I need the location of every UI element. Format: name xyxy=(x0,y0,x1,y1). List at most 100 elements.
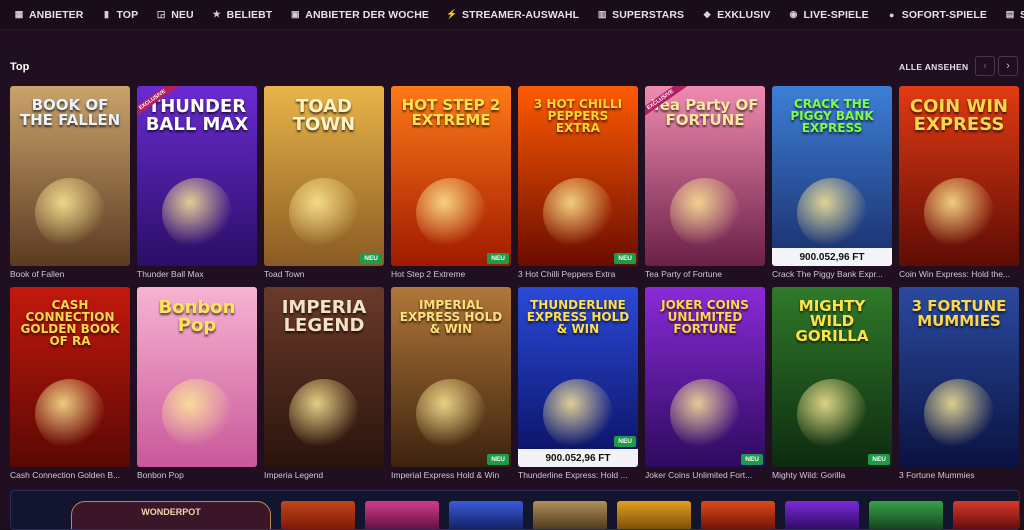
game-artwork xyxy=(289,178,359,248)
game-card[interactable]: 3 FORTUNE MUMMIES 3 Fortune Mummies xyxy=(899,287,1019,480)
game-thumbnail[interactable]: THUNDER BALL MAX EXCLUSIVE xyxy=(137,86,257,266)
next-arrow-button[interactable]: › xyxy=(998,56,1018,76)
game-title[interactable]: 3 Hot Chilli Peppers Extra xyxy=(518,269,638,279)
game-title[interactable]: Thunderline Express: Hold ... xyxy=(518,470,638,480)
nav-item-streamer-auswahl[interactable]: ⚡ STREAMER-AUSWAHL xyxy=(446,9,579,21)
game-card[interactable]: MIGHTY WILD GORILLA NEU Mighty Wild: Goril… xyxy=(772,287,892,480)
nav-item-anbieter[interactable]: ▦ ANBIETER xyxy=(14,8,84,21)
game-card[interactable]: Bonbon Pop Bonbon Pop xyxy=(137,287,257,480)
game-title[interactable]: Crack The Piggy Bank Expr... xyxy=(772,269,892,279)
game-card[interactable]: CASH CONNECTION GOLDEN BOOK OF RA Cash Co… xyxy=(10,287,130,480)
game-thumbnail[interactable]: 3 FORTUNE MUMMIES xyxy=(899,287,1019,467)
game-title[interactable]: Toad Town xyxy=(264,269,384,279)
game-artwork xyxy=(543,178,613,248)
nav-item-exklusiv[interactable]: ◆ EXKLUSIV xyxy=(702,8,771,21)
game-title[interactable]: Tea Party of Fortune xyxy=(645,269,765,279)
game-thumbnail[interactable]: COIN WIN EXPRESS xyxy=(899,86,1019,266)
mini-game-tile[interactable] xyxy=(281,501,355,529)
game-card[interactable]: JOKER COINS UNLIMITED FORTUNE NEU Joker Co… xyxy=(645,287,765,480)
game-artwork xyxy=(670,178,740,248)
game-thumbnail[interactable]: JOKER COINS UNLIMITED FORTUNE NEU xyxy=(645,287,765,467)
game-card[interactable]: IMPERIAL EXPRESS HOLD & WIN NEU Imperial E… xyxy=(391,287,511,480)
game-card[interactable]: CRACK THE PIGGY BANK EXPRESS 900.052,96 F… xyxy=(772,86,892,279)
game-title[interactable]: Thunder Ball Max xyxy=(137,269,257,279)
game-thumbnail[interactable]: TOAD TOWN NEU xyxy=(264,86,384,266)
nav-item-superstars[interactable]: ▥ SUPERSTARS xyxy=(597,9,684,21)
game-thumbnail[interactable]: HOT STEP 2 EXTREME NEU xyxy=(391,86,511,266)
chevron-right-icon: › xyxy=(1006,60,1010,72)
game-artwork xyxy=(162,178,232,248)
game-title[interactable]: Imperial Express Hold & Win xyxy=(391,470,511,480)
live-icon: ◉ xyxy=(789,9,798,19)
game-thumbnail[interactable]: THUNDERLINE EXPRESS HOLD & WIN 900.052,96… xyxy=(518,287,638,467)
game-title[interactable]: Imperia Legend xyxy=(264,470,384,480)
game-thumbnail[interactable]: MIGHTY WILD GORILLA NEU xyxy=(772,287,892,467)
game-artwork xyxy=(416,178,486,248)
nav-item-label: BELIEBT xyxy=(226,8,273,21)
game-artwork xyxy=(35,379,105,449)
game-thumbnail[interactable]: BOOK OF THE FALLEN xyxy=(10,86,130,266)
game-title[interactable]: Cash Connection Golden B... xyxy=(10,470,130,480)
mini-game-tile[interactable] xyxy=(449,501,523,529)
game-card[interactable]: COIN WIN EXPRESS Coin Win Express: Hold t… xyxy=(899,86,1019,279)
top-navigation: ▦ ANBIETER ▮ TOP ◲ NEU ★ BELIEBT ▣ ANBIETER DER W… xyxy=(0,0,1024,30)
new-badge: NEU xyxy=(741,454,763,465)
nav-item-beliebt[interactable]: ★ BELIEBT xyxy=(212,9,273,21)
game-thumbnail[interactable]: CASH CONNECTION GOLDEN BOOK OF RA xyxy=(10,287,130,467)
game-logo-text: 3 FORTUNE MUMMIES xyxy=(911,297,1007,330)
game-logo-text: COIN WIN EXPRESS xyxy=(909,96,1009,135)
game-artwork xyxy=(35,178,105,248)
jackpot-amount: 900.052,96 FT xyxy=(518,449,638,467)
game-thumbnail[interactable]: IMPERIA LEGEND xyxy=(264,287,384,467)
game-title[interactable]: Joker Coins Unlimited Fort... xyxy=(645,470,765,480)
mini-game-tile[interactable] xyxy=(365,501,439,529)
game-card[interactable]: IMPERIA LEGEND Imperia Legend xyxy=(264,287,384,480)
new-badge: NEU xyxy=(868,454,890,465)
see-all-link[interactable]: ALLE ANSEHEN xyxy=(899,62,968,72)
game-thumbnail[interactable]: IMPERIAL EXPRESS HOLD & WIN NEU xyxy=(391,287,511,467)
game-logo-text: BOOK OF THE FALLEN xyxy=(19,96,121,129)
game-logo-text: IMPERIA LEGEND xyxy=(281,297,367,336)
mini-game-tile[interactable] xyxy=(617,501,691,529)
game-card[interactable]: THUNDER BALL MAX EXCLUSIVE Thunder Ball Ma… xyxy=(137,86,257,279)
game-title[interactable]: Hot Step 2 Extreme xyxy=(391,269,511,279)
nav-item-anbieter-der-woche[interactable]: ▣ ANBIETER DER WOCHE xyxy=(290,9,429,21)
game-artwork xyxy=(924,178,994,248)
game-thumbnail[interactable]: 3 HOT CHILLI PEPPERS EXTRA NEU xyxy=(518,86,638,266)
game-card[interactable]: 3 HOT CHILLI PEPPERS EXTRA NEU 3 Hot Chill… xyxy=(518,86,638,279)
prev-arrow-button[interactable]: ‹ xyxy=(975,56,995,76)
game-thumbnail[interactable]: CRACK THE PIGGY BANK EXPRESS 900.052,96 F… xyxy=(772,86,892,266)
game-card[interactable]: THUNDERLINE EXPRESS HOLD & WIN 900.052,96… xyxy=(518,287,638,480)
nav-item-label: EXKLUSIV xyxy=(717,8,771,21)
mini-game-tile[interactable] xyxy=(533,501,607,529)
game-card[interactable]: HOT STEP 2 EXTREME NEU Hot Step 2 Extreme xyxy=(391,86,511,279)
nav-item-sofort-spiele[interactable]: ● SOFORT-SPIELE xyxy=(887,9,987,21)
game-title[interactable]: 3 Fortune Mummies xyxy=(899,470,1019,480)
game-logo-text: 3 HOT CHILLI PEPPERS EXTRA xyxy=(533,97,623,135)
slot-icon: ▥ xyxy=(597,9,607,19)
game-card[interactable]: BOOK OF THE FALLEN Book of Fallen xyxy=(10,86,130,279)
game-title[interactable]: Mighty Wild: Gorilla xyxy=(772,470,892,480)
game-thumbnail[interactable]: Tea Party OF FORTUNE EXCLUSIVE xyxy=(645,86,765,266)
nav-item-top[interactable]: ▮ TOP xyxy=(101,9,138,21)
nav-item-label: ANBIETER xyxy=(29,8,84,21)
nav-item-label: ANBIETER DER WOCHE xyxy=(305,8,430,21)
game-title[interactable]: Bonbon Pop xyxy=(137,470,257,480)
nav-item-live-spiele[interactable]: ◉ LIVE-SPIELE xyxy=(788,9,868,21)
mini-game-tile[interactable] xyxy=(785,501,859,529)
chevron-left-icon: ‹ xyxy=(983,60,987,72)
nav-item-neu[interactable]: ◲ NEU xyxy=(156,9,194,21)
game-artwork xyxy=(543,379,613,449)
game-logo-text: THUNDER BALL MAX xyxy=(145,96,249,135)
game-card[interactable]: TOAD TOWN NEU Toad Town xyxy=(264,86,384,279)
nav-item-slots[interactable]: ▤ SLOTS xyxy=(1005,9,1024,21)
game-title[interactable]: Book of Fallen xyxy=(10,269,130,279)
game-card[interactable]: Tea Party OF FORTUNE EXCLUSIVE Tea Party o… xyxy=(645,86,765,279)
game-title[interactable]: Coin Win Express: Hold the... xyxy=(899,269,1019,279)
mini-game-tile[interactable] xyxy=(953,501,1019,529)
mini-game-tile[interactable] xyxy=(869,501,943,529)
game-thumbnail[interactable]: Bonbon Pop xyxy=(137,287,257,467)
wonderpot-promo-strip[interactable]: WONDERPOT xyxy=(10,490,1020,530)
nav-item-label: LIVE-SPIELE xyxy=(803,8,869,21)
mini-game-tile[interactable] xyxy=(701,501,775,529)
